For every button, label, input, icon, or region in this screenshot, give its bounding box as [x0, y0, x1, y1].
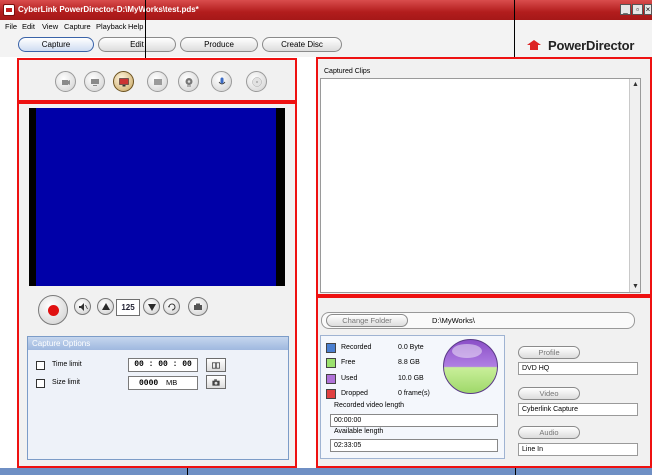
callout-line-device [145, 0, 146, 58]
menu-bar: File Edit View Capture Playback Help [0, 20, 652, 34]
tab-create-disc[interactable]: Create Disc [262, 37, 342, 52]
callout-line-capture [187, 468, 188, 475]
menu-view[interactable]: View [42, 22, 58, 31]
tab-capture[interactable]: Capture [18, 37, 94, 52]
app-icon[interactable] [3, 4, 15, 16]
tab-produce[interactable]: Produce [180, 37, 258, 52]
tab-edit[interactable]: Edit [98, 37, 176, 52]
window-title: CyberLink PowerDirector-D:\MyWorks\test.… [18, 5, 199, 14]
capture-info-highlight [316, 296, 652, 468]
device-selector-highlight [17, 58, 297, 102]
menu-help[interactable]: Help [128, 22, 143, 31]
minimize-button[interactable]: _ [620, 4, 631, 15]
brand-name: PowerDirector [548, 38, 635, 53]
status-strip [0, 468, 652, 475]
restore-button[interactable]: ▫ [632, 4, 643, 15]
menu-playback[interactable]: Playback [96, 22, 126, 31]
close-button[interactable]: × [644, 4, 652, 15]
title-bar: CyberLink PowerDirector-D:\MyWorks\test.… [0, 0, 652, 20]
capture-window-highlight [17, 102, 297, 468]
callout-line-clips [514, 0, 515, 57]
menu-capture[interactable]: Capture [64, 22, 91, 31]
menu-file[interactable]: File [5, 22, 17, 31]
callout-line-info [515, 468, 516, 475]
clips-library-highlight [316, 57, 652, 296]
brand-logo-icon [527, 40, 541, 50]
menu-edit[interactable]: Edit [22, 22, 35, 31]
